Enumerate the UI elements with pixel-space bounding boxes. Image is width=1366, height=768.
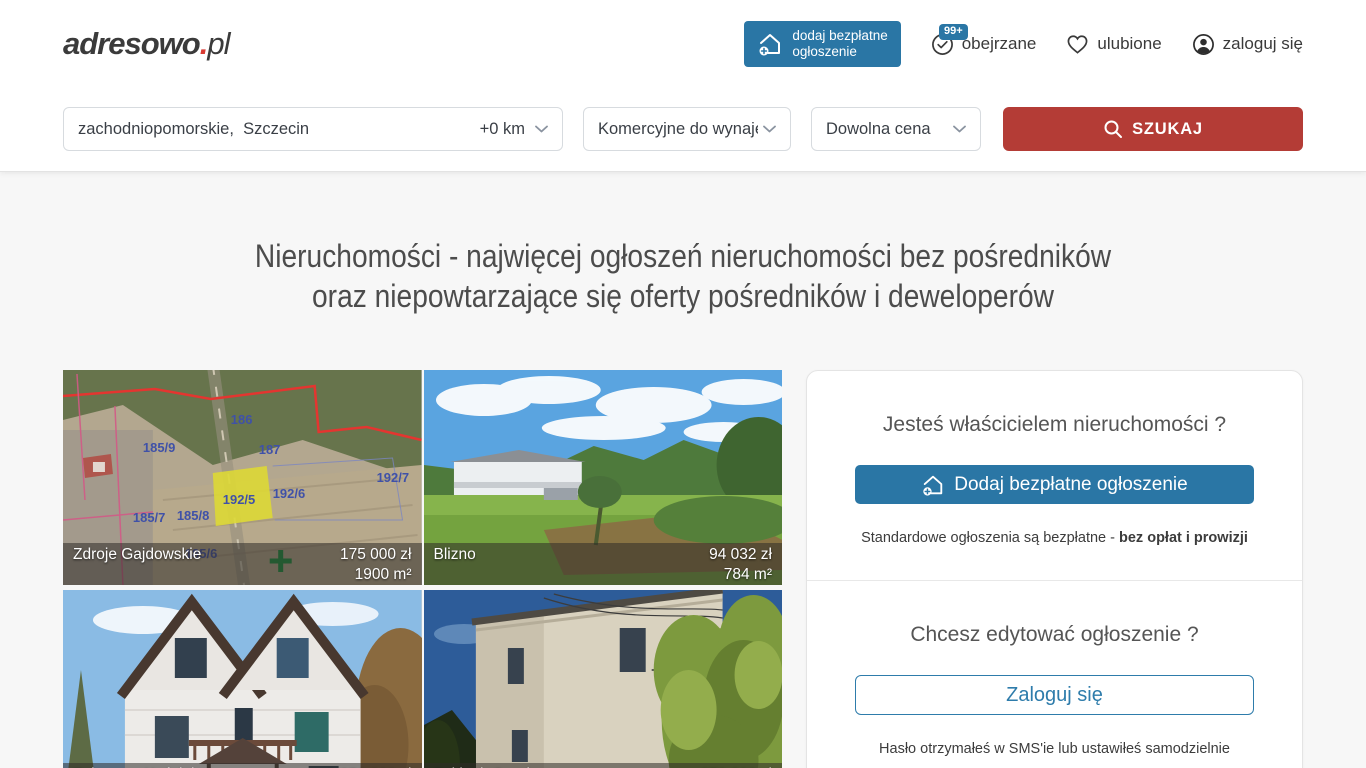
- listing-grid: 186 187 185/9 192/5 192/6 192/7 185/7 18…: [63, 370, 782, 768]
- viewed-count-badge: 99+: [939, 24, 968, 41]
- user-circle-icon: [1192, 33, 1215, 56]
- category-value: Komercyjne do wynaję: [598, 120, 758, 139]
- header: adresowo.pl dodaj bezpłatne ogłoszenie: [63, 0, 1303, 88]
- parcel-label: 192/5: [223, 492, 255, 507]
- listing-price: 175 000 zł: [340, 546, 412, 563]
- listing-area: 1900 m²: [355, 566, 412, 583]
- listing-name: Blizno: [434, 545, 476, 585]
- add-free-listing-button[interactable]: Dodaj bezpłatne ogłoszenie: [855, 465, 1254, 504]
- owner-title: Jesteś właścicielem nieruchomości ?: [855, 413, 1254, 437]
- add-free-listing-label: Dodaj bezpłatne ogłoszenie: [954, 474, 1187, 496]
- chevron-down-icon: [535, 125, 548, 133]
- logo[interactable]: adresowo.pl: [63, 26, 229, 62]
- search-button[interactable]: SZUKAJ: [1003, 107, 1303, 151]
- header-actions: dodaj bezpłatne ogłoszenie 99+ obejrzane: [744, 21, 1303, 67]
- owner-section: Jesteś właścicielem nieruchomości ? Doda…: [807, 371, 1302, 580]
- listing-caption: Zakrzewo Kościelne 1 250 000 zł: [63, 763, 422, 768]
- category-select[interactable]: Komercyjne do wynaję: [583, 107, 791, 151]
- favorites-link[interactable]: ulubione: [1066, 34, 1161, 55]
- logo-name: adresowo: [63, 26, 200, 61]
- owner-panel: Jesteś właścicielem nieruchomości ? Doda…: [806, 370, 1303, 768]
- sidebar-login-button[interactable]: Zaloguj się: [855, 675, 1254, 715]
- listing-caption: Pyki, ul. Graniczna 270 000 zł: [424, 763, 783, 768]
- add-listing-label: dodaj bezpłatne ogłoszenie: [792, 28, 887, 60]
- listing-caption: Zdroje Gajdowskie 175 000 zł 1900 m²: [63, 543, 422, 585]
- login-link[interactable]: zaloguj się: [1192, 33, 1303, 56]
- edit-title: Chcesz edytować ogłoszenie ?: [855, 623, 1254, 647]
- price-value: Dowolna cena: [826, 120, 931, 139]
- top-bar: adresowo.pl dodaj bezpłatne ogłoszenie: [0, 0, 1366, 172]
- owner-note: Standardowe ogłoszenia są bezpłatne - be…: [855, 530, 1254, 546]
- logo-tld: pl: [207, 26, 229, 61]
- listing-card[interactable]: 186 187 185/9 192/5 192/6 192/7 185/7 18…: [63, 370, 422, 585]
- location-value: zachodniopomorskie, Szczecin: [78, 120, 309, 139]
- search-bar: zachodniopomorskie, Szczecin +0 km Komer…: [63, 88, 1303, 171]
- edit-section: Chcesz edytować ogłoszenie ? Zaloguj się…: [807, 581, 1302, 768]
- viewed-label: obejrzane: [962, 34, 1037, 54]
- listing-card[interactable]: Zakrzewo Kościelne 1 250 000 zł: [63, 590, 422, 768]
- login-label: zaloguj się: [1223, 34, 1303, 54]
- parcel-label: 185/9: [143, 440, 175, 455]
- parcel-label: 185/7: [133, 510, 165, 525]
- house-plus-icon: [757, 31, 783, 57]
- chevron-down-icon: [763, 125, 776, 133]
- parcel-label: 192/6: [273, 486, 305, 501]
- parcel-label: 187: [259, 442, 281, 457]
- listing-name: Zdroje Gajdowskie: [73, 545, 201, 585]
- heart-icon: [1066, 34, 1089, 55]
- chevron-down-icon: [953, 125, 966, 133]
- edit-note: Hasło otrzymałeś w SMS'ie lub ustawiłeś …: [855, 741, 1254, 757]
- parcel-label: 185/8: [177, 508, 209, 523]
- hero: Nieruchomości - najwięcej ogłoszeń nieru…: [63, 172, 1303, 370]
- listing-caption: Blizno 94 032 zł 784 m²: [424, 543, 783, 585]
- listing-card[interactable]: Pyki, ul. Graniczna 270 000 zł: [424, 590, 783, 768]
- price-select[interactable]: Dowolna cena: [811, 107, 981, 151]
- favorites-label: ulubione: [1097, 34, 1161, 54]
- location-input[interactable]: zachodniopomorskie, Szczecin +0 km: [63, 107, 563, 151]
- add-listing-button[interactable]: dodaj bezpłatne ogłoszenie: [744, 21, 900, 67]
- radius-value: +0 km: [480, 120, 525, 139]
- viewed-link[interactable]: 99+ obejrzane: [931, 33, 1037, 56]
- parcel-label: 192/7: [377, 470, 409, 485]
- listing-area: 784 m²: [724, 566, 772, 583]
- house-plus-icon: [921, 473, 945, 497]
- radius-select[interactable]: +0 km: [480, 120, 548, 139]
- page-title: Nieruchomości - najwięcej ogłoszeń nieru…: [137, 236, 1228, 316]
- listing-card[interactable]: Blizno 94 032 zł 784 m²: [424, 370, 783, 585]
- search-button-label: SZUKAJ: [1132, 120, 1203, 139]
- magnifier-icon: [1103, 119, 1123, 139]
- parcel-label: 186: [231, 412, 253, 427]
- listing-photo-house: [63, 590, 422, 768]
- listing-price: 94 032 zł: [709, 546, 772, 563]
- listing-photo-house2: [424, 590, 783, 768]
